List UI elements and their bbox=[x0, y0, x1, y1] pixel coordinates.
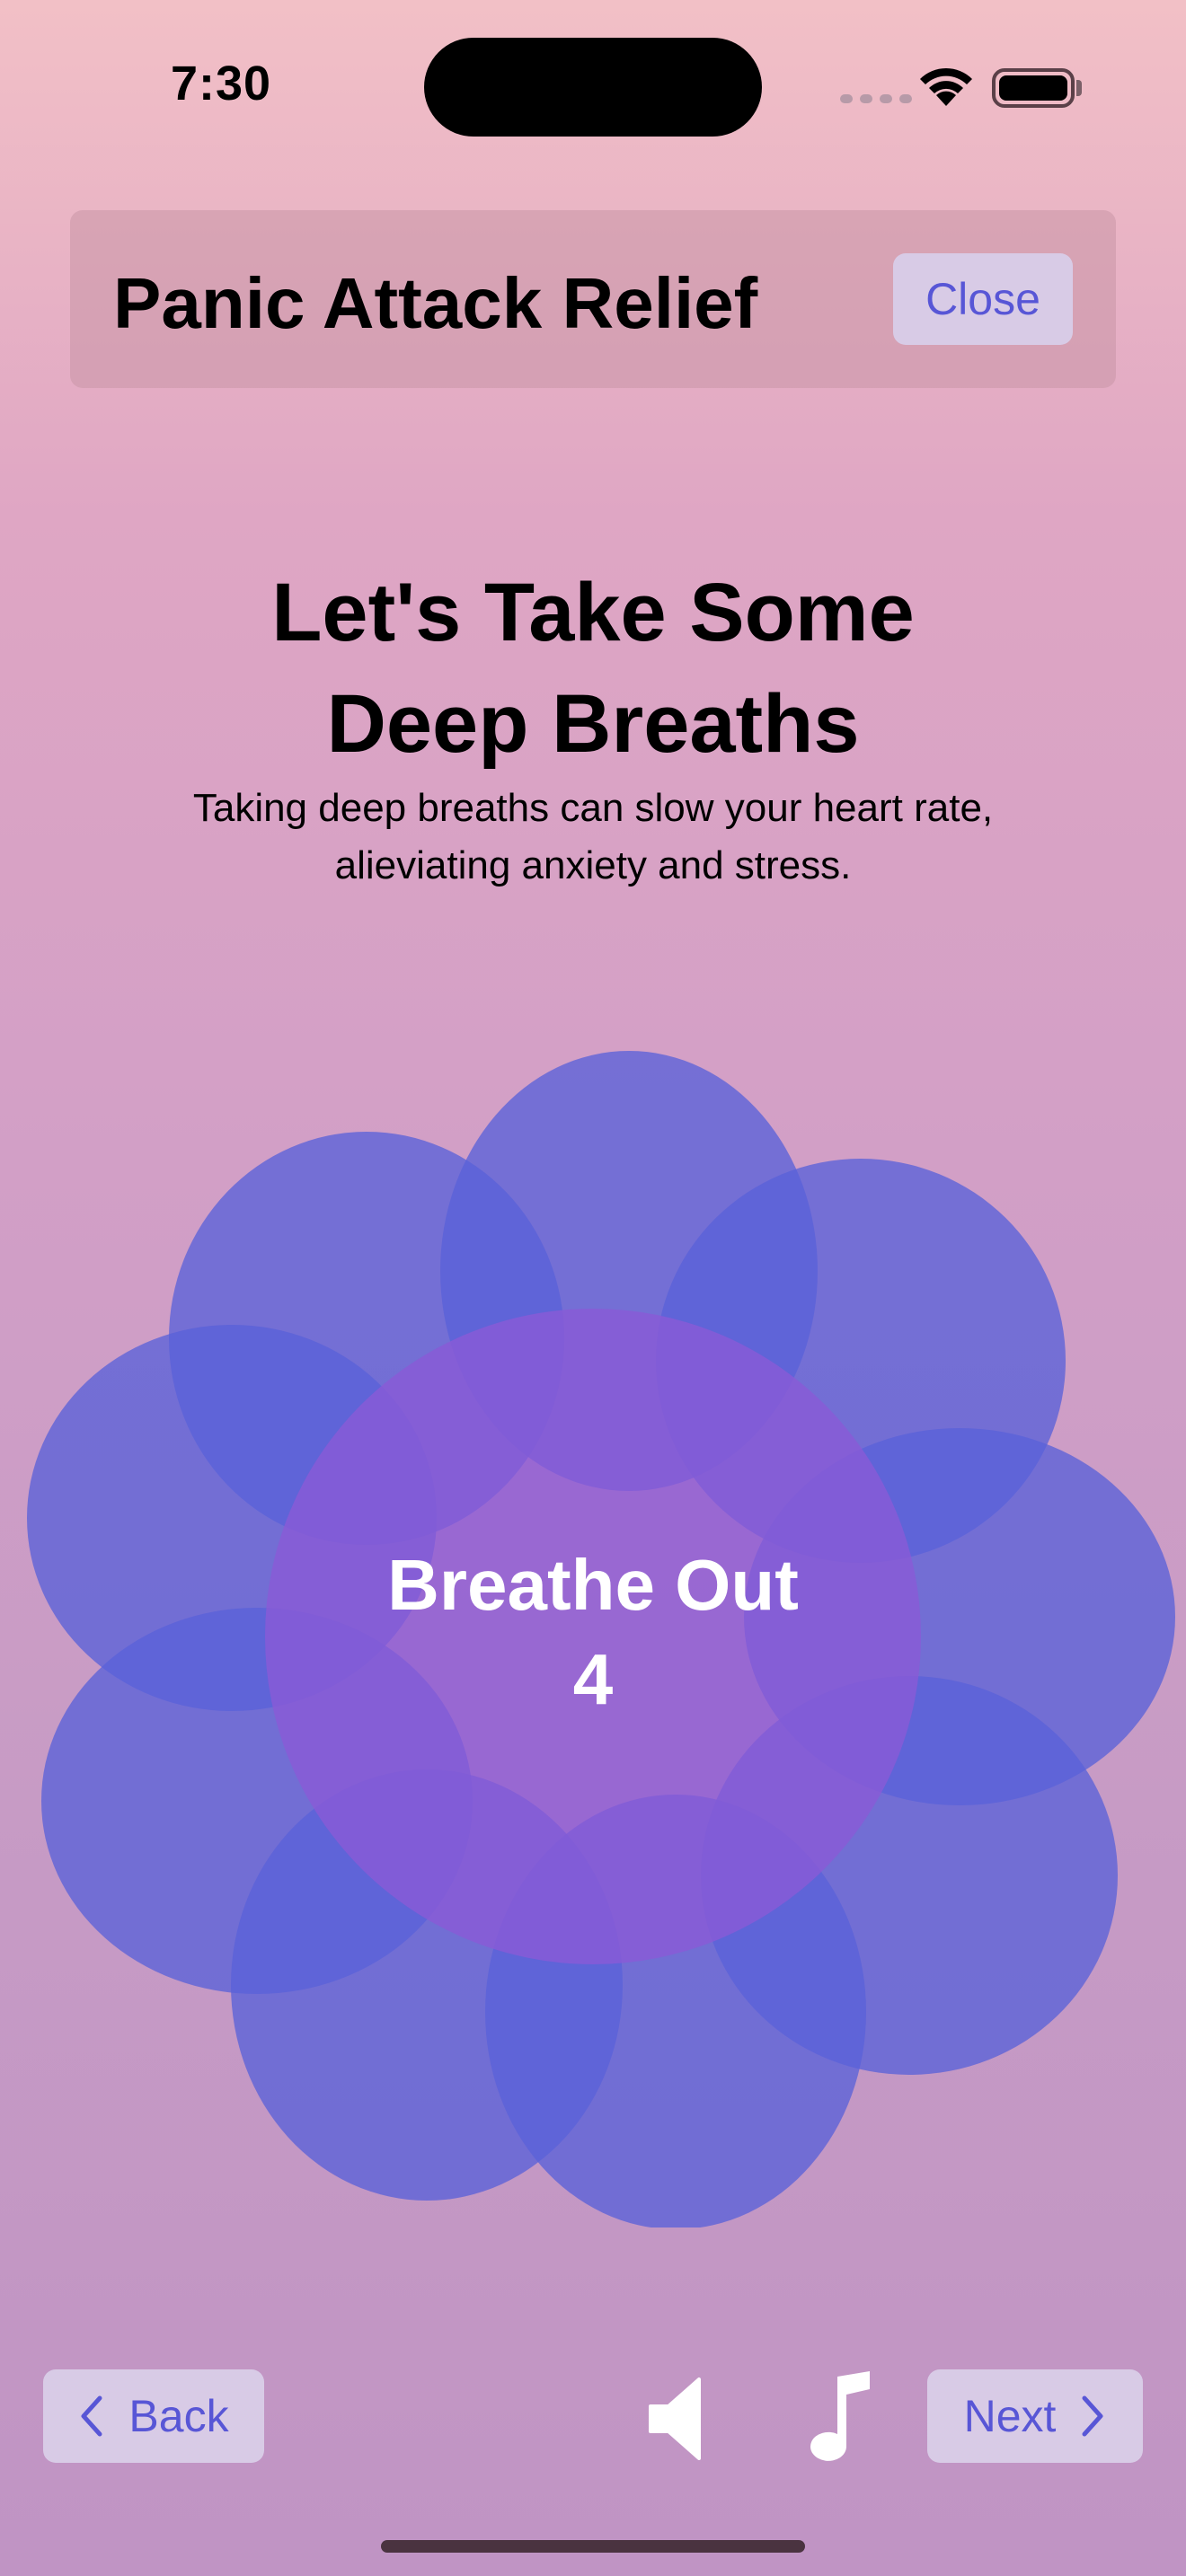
wifi-icon bbox=[920, 67, 972, 106]
breathing-headline: Let's Take Some Deep Breaths bbox=[0, 557, 1186, 780]
page-title: Panic Attack Relief bbox=[113, 263, 758, 343]
breathing-description: Taking deep breaths can slow your heart … bbox=[99, 780, 1087, 895]
headline-line-2: Deep Breaths bbox=[326, 678, 860, 770]
battery-cap bbox=[1076, 80, 1082, 96]
close-button[interactable]: Close bbox=[893, 253, 1073, 345]
next-button[interactable]: Next bbox=[927, 2369, 1143, 2463]
chevron-right-icon bbox=[1082, 2395, 1103, 2437]
chevron-left-icon bbox=[81, 2395, 102, 2437]
breathing-flower-animation bbox=[27, 1051, 1175, 2228]
back-button-label: Back bbox=[128, 2391, 229, 2441]
cellular-signal-icon bbox=[840, 94, 912, 103]
music-note-icon[interactable] bbox=[807, 2371, 872, 2465]
breathe-instruction: Breathe Out bbox=[387, 1545, 799, 1625]
dynamic-island bbox=[424, 38, 762, 137]
next-button-label: Next bbox=[963, 2391, 1057, 2441]
back-button[interactable]: Back bbox=[43, 2369, 264, 2463]
battery-icon bbox=[992, 68, 1075, 108]
home-indicator[interactable] bbox=[381, 2540, 805, 2553]
status-time: 7:30 bbox=[171, 57, 272, 110]
description-line-2: alieviating anxiety and stress. bbox=[334, 843, 852, 887]
description-line-1: Taking deep breaths can slow your heart … bbox=[192, 786, 994, 830]
breathe-count: 4 bbox=[572, 1639, 614, 1719]
headline-line-1: Let's Take Some bbox=[271, 567, 915, 658]
speaker-icon[interactable] bbox=[647, 2376, 704, 2462]
header-bar: Panic Attack Relief Close bbox=[70, 210, 1116, 388]
status-bar: 7:30 bbox=[0, 0, 1186, 171]
